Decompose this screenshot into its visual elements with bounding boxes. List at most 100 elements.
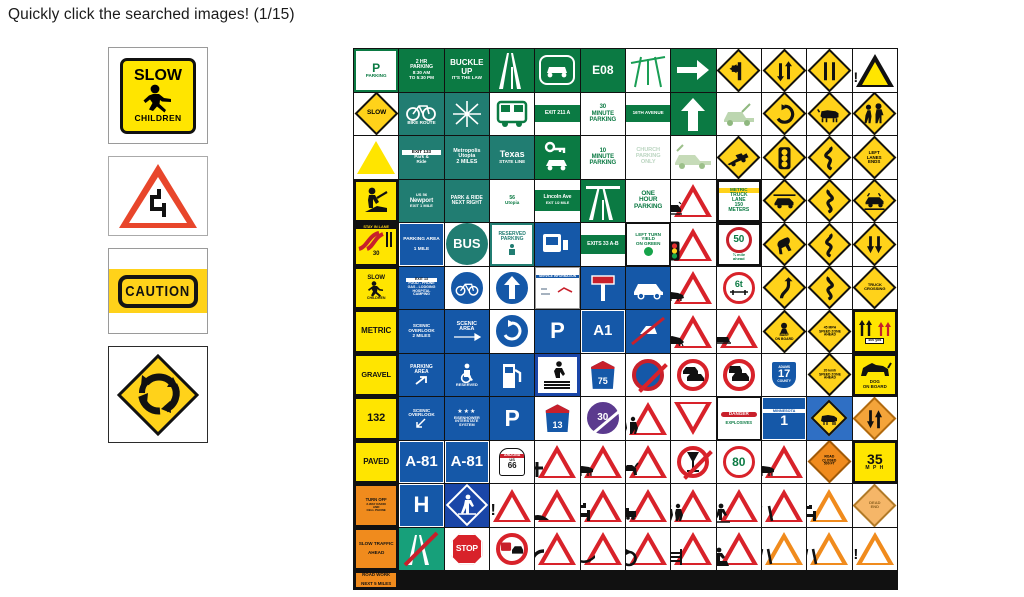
- grid-cell[interactable]: [716, 49, 761, 92]
- grid-cell[interactable]: [625, 266, 671, 310]
- grid-cell[interactable]: [671, 223, 716, 266]
- grid-cell[interactable]: [671, 266, 716, 310]
- grid-cell[interactable]: [807, 484, 852, 527]
- grid-cell[interactable]: [625, 310, 671, 353]
- grid-cell[interactable]: [489, 266, 535, 310]
- grid-cell[interactable]: ARIZONA US 66: [489, 440, 535, 484]
- grid-cell[interactable]: [807, 136, 852, 179]
- grid-cell[interactable]: LEFT LANES ENDS: [852, 136, 897, 179]
- grid-cell[interactable]: P: [489, 397, 535, 440]
- grid-cell[interactable]: ADAMS 17 COUNTY: [761, 353, 807, 397]
- grid-cell[interactable]: [535, 49, 580, 92]
- grid-cell[interactable]: [852, 179, 897, 223]
- grid-cell[interactable]: [354, 136, 399, 179]
- grid-cell[interactable]: SERVICE INFORMATION: [535, 266, 580, 310]
- grid-cell[interactable]: EXITS 33 A-B: [580, 223, 625, 266]
- grid-cell[interactable]: 30 MINUTE PARKING: [580, 92, 625, 136]
- grid-cell[interactable]: !: [852, 527, 897, 571]
- grid-cell[interactable]: EXIT 133 Park & Ride: [399, 136, 444, 179]
- grid-cell[interactable]: Metropolis Utopia 2 MILES: [444, 136, 489, 179]
- grid-cell[interactable]: LEFT TURN YIELD ON GREEN: [625, 223, 671, 266]
- grid-cell[interactable]: 30: [580, 397, 625, 440]
- grid-cell[interactable]: PARKING AREA: [399, 353, 444, 397]
- grid-cell[interactable]: SLOW: [354, 92, 399, 136]
- grid-cell[interactable]: 56 Utopia: [489, 179, 535, 223]
- grid-cell[interactable]: [716, 92, 761, 136]
- grid-cell[interactable]: 35 M P H: [852, 440, 897, 484]
- grid-cell[interactable]: [625, 484, 671, 527]
- grid-cell[interactable]: E08: [580, 49, 625, 92]
- grid-cell[interactable]: [625, 397, 671, 440]
- grid-cell[interactable]: [807, 527, 852, 571]
- target-card-slow-children[interactable]: SLOW CHILDREN: [108, 47, 208, 144]
- grid-cell[interactable]: [852, 397, 897, 440]
- grid-cell[interactable]: H: [399, 484, 444, 527]
- target-card-double-bend[interactable]: [108, 156, 208, 236]
- grid-cell[interactable]: [535, 440, 580, 484]
- grid-cell[interactable]: BABY ON BOARD: [761, 310, 807, 353]
- grid-cell[interactable]: [671, 310, 716, 353]
- grid-cell[interactable]: METRIC TRUCK LANE 150 METERS: [716, 179, 761, 223]
- grid-cell[interactable]: STOP: [444, 527, 489, 571]
- grid-cell[interactable]: [807, 223, 852, 266]
- grid-cell[interactable]: CHURCH PARKING ONLY: [625, 136, 671, 179]
- grid-cell[interactable]: [489, 353, 535, 397]
- grid-cell[interactable]: [807, 92, 852, 136]
- grid-cell[interactable]: [489, 527, 535, 571]
- grid-cell[interactable]: [535, 353, 580, 397]
- grid-cell[interactable]: [489, 92, 535, 136]
- grid-cell[interactable]: [807, 397, 852, 440]
- grid-cell[interactable]: [625, 440, 671, 484]
- grid-cell[interactable]: 13: [535, 397, 580, 440]
- grid-cell[interactable]: BIKE ROUTE: [399, 92, 444, 136]
- grid-cell[interactable]: [580, 440, 625, 484]
- target-card-roundabout[interactable]: [108, 346, 208, 443]
- grid-cell[interactable]: [489, 49, 535, 92]
- grid-cell[interactable]: P: [535, 310, 580, 353]
- grid-cell[interactable]: A1: [580, 310, 625, 353]
- grid-cell[interactable]: BUCKLE UP IT'S THE LAW: [444, 49, 489, 92]
- grid-cell[interactable]: GIVEWAY: [671, 397, 716, 440]
- grid-cell[interactable]: PAVED: [354, 440, 399, 484]
- grid-cell[interactable]: US 56 Newport EXIT 1 MILE: [399, 179, 444, 223]
- grid-cell[interactable]: 80: [716, 440, 761, 484]
- grid-cell[interactable]: 2 HR PARKING 8:30 AM TO 5:30 PM: [399, 49, 444, 92]
- grid-cell[interactable]: [807, 49, 852, 92]
- grid-cell[interactable]: DANGER EXPLOSIVES: [716, 397, 761, 440]
- grid-cell[interactable]: ROAD WORK NEXT 5 MILES: [354, 571, 399, 589]
- target-card-caution[interactable]: CAUTION: [108, 248, 208, 334]
- grid-cell[interactable]: [761, 179, 807, 223]
- grid-cell[interactable]: SLOW TRAFFIC AHEAD: [354, 527, 399, 571]
- grid-cell[interactable]: [489, 310, 535, 353]
- grid-cell[interactable]: [580, 484, 625, 527]
- grid-cell[interactable]: [716, 484, 761, 527]
- grid-cell[interactable]: [852, 223, 897, 266]
- grid-cell[interactable]: PARK & RIDE NEXT RIGHT: [444, 179, 489, 223]
- grid-cell[interactable]: METRIC: [354, 310, 399, 353]
- grid-cell[interactable]: [671, 353, 716, 397]
- grid-cell[interactable]: GRAVEL: [354, 353, 399, 397]
- grid-cell[interactable]: [716, 136, 761, 179]
- grid-cell[interactable]: [671, 484, 716, 527]
- grid-cell[interactable]: [807, 266, 852, 310]
- grid-cell[interactable]: DOG ON BOARD: [852, 353, 897, 397]
- grid-cell[interactable]: [761, 136, 807, 179]
- grid-cell[interactable]: [354, 179, 399, 223]
- sign-candidate-grid[interactable]: P PARKING 2 HR PARKING 8:30 AM TO 5:30 PM BU…: [353, 48, 898, 590]
- grid-cell[interactable]: [625, 527, 671, 571]
- grid-cell[interactable]: [671, 92, 716, 136]
- grid-cell[interactable]: [716, 353, 761, 397]
- grid-cell[interactable]: ONE HOUR PARKING: [625, 179, 671, 223]
- grid-cell[interactable]: 6t: [716, 266, 761, 310]
- grid-cell[interactable]: !: [489, 484, 535, 527]
- grid-cell[interactable]: [671, 49, 716, 92]
- grid-cell[interactable]: Texas STATE LINE: [489, 136, 535, 179]
- grid-cell[interactable]: PARKING AREA 1 MILE: [399, 223, 444, 266]
- grid-cell[interactable]: 10 MINUTE PARKING: [580, 136, 625, 179]
- grid-cell[interactable]: [535, 223, 580, 266]
- grid-cell[interactable]: [761, 527, 807, 571]
- grid-cell[interactable]: MINNESOTA 1: [761, 397, 807, 440]
- grid-cell[interactable]: [671, 179, 716, 223]
- grid-cell[interactable]: EXIT 211 A: [535, 92, 580, 136]
- grid-cell[interactable]: [761, 92, 807, 136]
